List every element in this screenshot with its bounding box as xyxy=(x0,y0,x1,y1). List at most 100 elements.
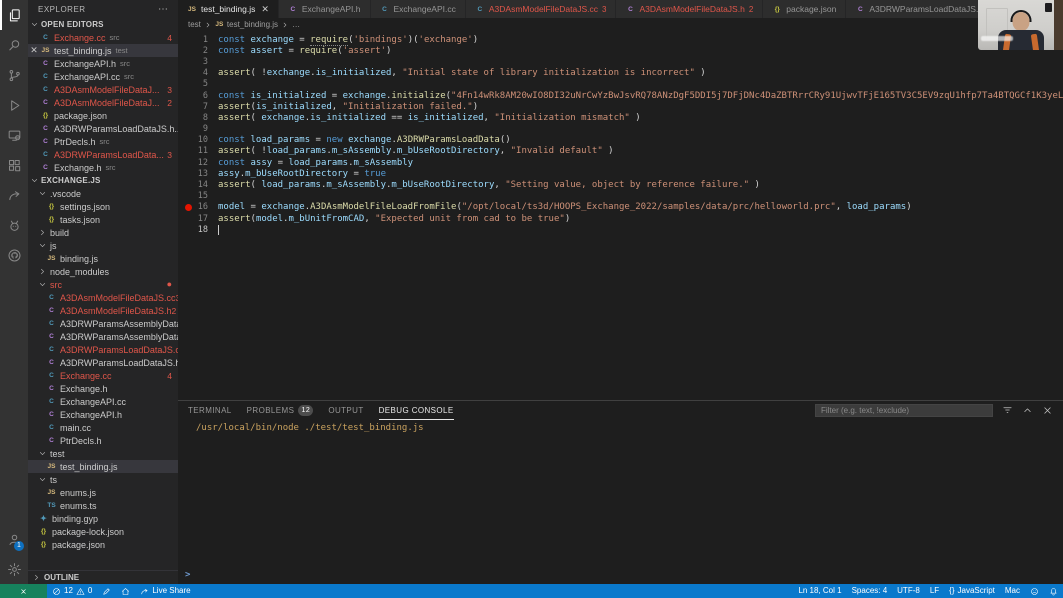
tree-item[interactable]: build xyxy=(28,226,178,239)
filter-icon[interactable] xyxy=(1002,405,1013,416)
tree-item[interactable]: Cmain.cc xyxy=(28,421,178,434)
tree-item[interactable]: C A3DRWParamsLoadDataJS.h xyxy=(28,356,178,369)
line-number-gutter[interactable]: 3 xyxy=(178,57,218,67)
open-editor-item[interactable]: C Exchange.h src xyxy=(28,161,178,174)
line-number-gutter[interactable]: 6 xyxy=(178,91,218,101)
line-number-gutter[interactable]: 13 xyxy=(178,169,218,179)
line-number-gutter[interactable]: 9 xyxy=(178,124,218,134)
editor-tab[interactable]: JS test_binding.js ✕ xyxy=(178,0,279,18)
tree-item[interactable]: JS binding.js xyxy=(28,252,178,265)
line-number-gutter[interactable]: 18 xyxy=(178,225,218,235)
line-number-gutter[interactable]: 12 xyxy=(178,158,218,168)
tree-item[interactable]: JS enums.js xyxy=(28,486,178,499)
tree-item[interactable]: C A3DAsmModelFileDataJS.h 2 xyxy=(28,304,178,317)
debug-console-output[interactable]: /usr/local/bin/node ./test/test_binding.… xyxy=(178,420,1063,584)
tree-item[interactable]: C ExchangeAPI.cc xyxy=(28,395,178,408)
activity-settings[interactable] xyxy=(0,554,28,584)
tree-item[interactable]: C Exchange.cc 4 xyxy=(28,369,178,382)
tree-item[interactable]: C ExchangeAPI.h xyxy=(28,408,178,421)
tree-item[interactable]: C A3DRWParamsAssemblyDataJS.cc xyxy=(28,317,178,330)
close-icon[interactable]: ✕ xyxy=(261,4,269,15)
status-remote-indicator[interactable] xyxy=(0,584,47,598)
line-number-gutter[interactable]: 10 xyxy=(178,135,218,145)
breadcrumb-folder[interactable]: test xyxy=(188,20,201,29)
editor-tab[interactable]: C ExchangeAPI.h xyxy=(278,0,371,18)
maximize-panel-icon[interactable] xyxy=(1022,405,1033,416)
tree-item[interactable]: .vscode xyxy=(28,187,178,200)
line-number-gutter[interactable]: 14 xyxy=(178,180,218,190)
line-number-gutter[interactable]: 5 xyxy=(178,79,218,89)
status-notifications[interactable] xyxy=(1044,584,1063,598)
tree-item[interactable]: test xyxy=(28,447,178,460)
activity-bug-extension[interactable] xyxy=(0,210,28,240)
status-problems[interactable]: 12 0 xyxy=(47,584,97,598)
open-editor-item[interactable]: C A3DRWParamsLoadData... 3 xyxy=(28,148,178,161)
breadcrumb-file[interactable]: test_binding.js xyxy=(227,20,278,29)
open-editors-section-header[interactable]: OPEN EDITORS xyxy=(28,18,178,31)
tree-item[interactable]: src ● xyxy=(28,278,178,291)
tree-item[interactable]: node_modules xyxy=(28,265,178,278)
tree-item[interactable]: CA3DRWParamsLoadDataJS.cc3 xyxy=(28,343,178,356)
tree-item[interactable]: {} package-lock.json xyxy=(28,525,178,538)
panel-tab-terminal[interactable]: TERMINAL xyxy=(188,401,232,420)
tree-item[interactable]: C PtrDecls.h xyxy=(28,434,178,447)
status-pencil-tool[interactable] xyxy=(97,584,116,598)
line-number-gutter[interactable]: 1 xyxy=(178,35,218,45)
activity-search[interactable] xyxy=(0,30,28,60)
panel-tab-problems[interactable]: PROBLEMS 12 xyxy=(247,401,314,420)
status-cursor-position[interactable]: Ln 18, Col 1 xyxy=(793,584,846,598)
tree-item[interactable]: C Exchange.h xyxy=(28,382,178,395)
breadcrumb-symbol[interactable]: … xyxy=(292,20,300,29)
status-home[interactable] xyxy=(116,584,135,598)
panel-tab-output[interactable]: OUTPUT xyxy=(328,401,363,420)
code-editor[interactable]: 1 const exchange = require('bindings')('e… xyxy=(178,31,1063,400)
project-section-header[interactable]: EXCHANGE.JS xyxy=(28,174,178,187)
editor-tab[interactable]: C ExchangeAPI.cc xyxy=(370,0,466,18)
line-number-gutter[interactable]: 7 xyxy=(178,102,218,112)
status-encoding[interactable]: UTF-8 xyxy=(892,584,925,598)
editor-tab[interactable]: C A3DAsmModelFileDataJS.cc 3 xyxy=(465,0,617,18)
repl-prompt[interactable]: > xyxy=(185,570,190,580)
tree-item[interactable]: {} settings.json xyxy=(28,200,178,213)
debug-filter-input[interactable] xyxy=(815,404,993,417)
status-host[interactable]: Mac xyxy=(1000,584,1025,598)
open-editor-item[interactable]: C ExchangeAPI.h src xyxy=(28,57,178,70)
panel-tab-debug-console[interactable]: DEBUG CONSOLE xyxy=(378,401,454,420)
close-panel-icon[interactable] xyxy=(1042,405,1053,416)
line-number-gutter[interactable]: 4 xyxy=(178,68,218,78)
tree-item[interactable]: C A3DAsmModelFileDataJS.cc 3 xyxy=(28,291,178,304)
activity-run-debug[interactable] xyxy=(0,90,28,120)
open-editor-item[interactable]: C PtrDecls.h src xyxy=(28,135,178,148)
open-editor-item[interactable]: C A3DAsmModelFileDataJ... 3 xyxy=(28,83,178,96)
status-eol[interactable]: LF xyxy=(925,584,944,598)
close-icon[interactable]: ✕ xyxy=(28,45,40,56)
line-number-gutter[interactable]: 15 xyxy=(178,191,218,201)
open-editor-item[interactable]: {} package.json xyxy=(28,109,178,122)
open-editor-item[interactable]: C Exchange.cc src 4 xyxy=(28,31,178,44)
tree-item[interactable]: {} tasks.json xyxy=(28,213,178,226)
line-number-gutter[interactable]: 2 xyxy=(178,46,218,56)
tree-item[interactable]: ✦ binding.gyp xyxy=(28,512,178,525)
open-editor-item[interactable]: C ExchangeAPI.cc src xyxy=(28,70,178,83)
line-number-gutter[interactable]: 8 xyxy=(178,113,218,123)
tree-item[interactable]: TS enums.ts xyxy=(28,499,178,512)
outline-section-header[interactable]: OUTLINE xyxy=(28,570,178,584)
activity-source-control[interactable] xyxy=(0,60,28,90)
line-number-gutter[interactable]: 16 xyxy=(178,202,218,212)
line-number-gutter[interactable]: 17 xyxy=(178,214,218,224)
activity-github[interactable] xyxy=(0,240,28,270)
tree-item[interactable]: ts xyxy=(28,473,178,486)
status-language-mode[interactable]: {} JavaScript xyxy=(944,584,1000,598)
tree-item[interactable]: C A3DRWParamsAssemblyDataJS.h xyxy=(28,330,178,343)
status-feedback[interactable] xyxy=(1025,584,1044,598)
more-actions-icon[interactable]: ⋯ xyxy=(158,4,169,15)
status-live-share-status[interactable]: Live Share xyxy=(135,584,195,598)
editor-tab[interactable]: C A3DRWParamsLoadDataJS.h xyxy=(846,0,994,18)
activity-live-share[interactable] xyxy=(0,180,28,210)
editor-tab[interactable]: C A3DAsmModelFileDataJS.h 2 xyxy=(616,0,764,18)
activity-extensions[interactable] xyxy=(0,150,28,180)
breakpoint-dot[interactable] xyxy=(185,203,192,211)
activity-accounts[interactable]: 1 xyxy=(0,524,28,554)
activity-remote-explorer[interactable] xyxy=(0,120,28,150)
open-editor-item[interactable]: C A3DRWParamsLoadDataJS.h... xyxy=(28,122,178,135)
